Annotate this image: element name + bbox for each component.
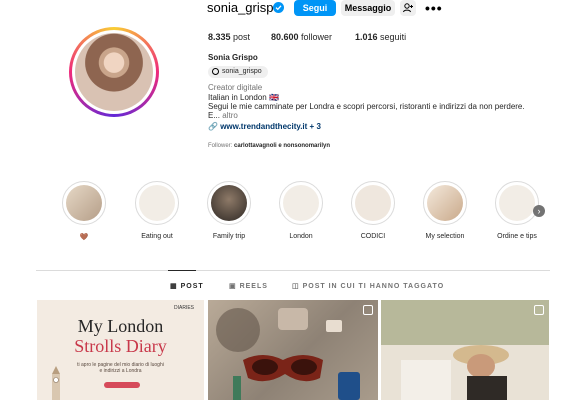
bio-more-link[interactable]: altro — [222, 111, 238, 120]
posts-stat: 8.335 post — [208, 32, 250, 42]
threads-handle: sonia_grispo — [222, 68, 262, 75]
mutual-followers[interactable]: Follower: carlottavagnoli e nonsonomaril… — [208, 143, 330, 149]
profile-avatar[interactable] — [69, 27, 159, 117]
tagged-icon: ◫ — [292, 283, 300, 290]
story-highlight[interactable] — [495, 181, 539, 225]
highlights-next-arrow-icon[interactable]: › — [533, 205, 545, 217]
tab-label: POST IN CUI TI HANNO TAGGATO — [302, 283, 445, 290]
tab-posts[interactable]: ▦ POST — [170, 282, 204, 290]
grid-icon: ▦ — [170, 283, 178, 290]
tab-reels[interactable]: ▣ REELS — [229, 282, 268, 290]
add-person-icon — [403, 3, 413, 13]
highlight-label: Eating out — [141, 233, 173, 240]
reel-icon — [363, 305, 373, 315]
post-logo-text: DIARIES — [173, 305, 194, 311]
story-highlight[interactable] — [207, 181, 251, 225]
active-tab-indicator — [168, 270, 196, 271]
threads-badge[interactable]: sonia_grispo — [208, 66, 268, 78]
post-thumbnail[interactable] — [381, 300, 549, 400]
post-thumbnail[interactable]: DIARIES My London Strolls Diary ti apro … — [37, 300, 204, 400]
carousel-icon — [534, 305, 544, 315]
suggest-user-button[interactable] — [400, 0, 416, 16]
tab-label: REELS — [239, 283, 268, 290]
tab-tagged[interactable]: ◫ POST IN CUI TI HANNO TAGGATO — [292, 282, 444, 290]
tab-label: POST — [180, 283, 204, 290]
bio-line: Segui le mie camminate per Londra e scop… — [208, 102, 525, 111]
story-highlight[interactable] — [135, 181, 179, 225]
highlight-label: London — [289, 233, 313, 240]
mutual-followers-names: carlottavagnoli e nonsonomarilyn — [234, 143, 331, 149]
link-icon: 🔗 — [208, 122, 218, 131]
threads-icon — [212, 68, 219, 75]
following-count: 1.016 — [355, 32, 378, 42]
profile-links[interactable]: 🔗 www.trendandthecity.it + 3 — [208, 122, 321, 131]
story-highlight[interactable] — [62, 181, 106, 225]
highlight-label: Ordine e tips — [497, 233, 537, 240]
posts-count: 8.335 — [208, 32, 231, 42]
post-image — [216, 308, 360, 400]
post-image — [381, 300, 549, 400]
big-ben-illustration — [52, 366, 60, 400]
following-label: seguiti — [380, 32, 407, 42]
followers-count: 80.600 — [271, 32, 299, 42]
highlight-label: 🤎 — [79, 234, 89, 241]
followers-label: follower — [301, 32, 333, 42]
follow-button[interactable]: Segui — [294, 0, 336, 16]
avatar-photo — [75, 33, 153, 111]
reels-icon: ▣ — [229, 283, 237, 290]
highlight-label: My selection — [425, 233, 465, 240]
profile-category: Creator digitale — [208, 83, 263, 92]
highlight-label: CODICI — [360, 233, 386, 240]
tabs-divider — [36, 270, 550, 271]
bio-line-truncated: E... altro — [208, 111, 238, 120]
profile-username: sonia_grispo — [207, 0, 281, 15]
message-button[interactable]: Messaggio — [341, 0, 395, 16]
story-highlight[interactable] — [423, 181, 467, 225]
post-title-line: My London — [77, 316, 164, 336]
bio-line: Italian in London 🇬🇧 — [208, 93, 279, 102]
post-badge — [104, 382, 140, 388]
posts-label: post — [233, 32, 251, 42]
following-stat[interactable]: 1.016 seguiti — [355, 32, 406, 42]
mutual-followers-prefix: Follower: — [208, 143, 235, 149]
post-thumbnail[interactable] — [208, 300, 378, 400]
story-highlight[interactable] — [279, 181, 323, 225]
followers-stat[interactable]: 80.600 follower — [271, 32, 332, 42]
more-options-icon[interactable]: ••• — [425, 0, 443, 16]
verified-badge-icon — [273, 2, 284, 13]
bio-line: E... — [208, 111, 221, 120]
profile-full-name: Sonia Grispo — [208, 53, 258, 62]
profile-link-text: www.trendandthecity.it + 3 — [220, 122, 321, 131]
story-highlight[interactable] — [351, 181, 395, 225]
highlight-label: Family trip — [212, 233, 246, 240]
post-title-line: Strolls Diary — [74, 336, 167, 356]
